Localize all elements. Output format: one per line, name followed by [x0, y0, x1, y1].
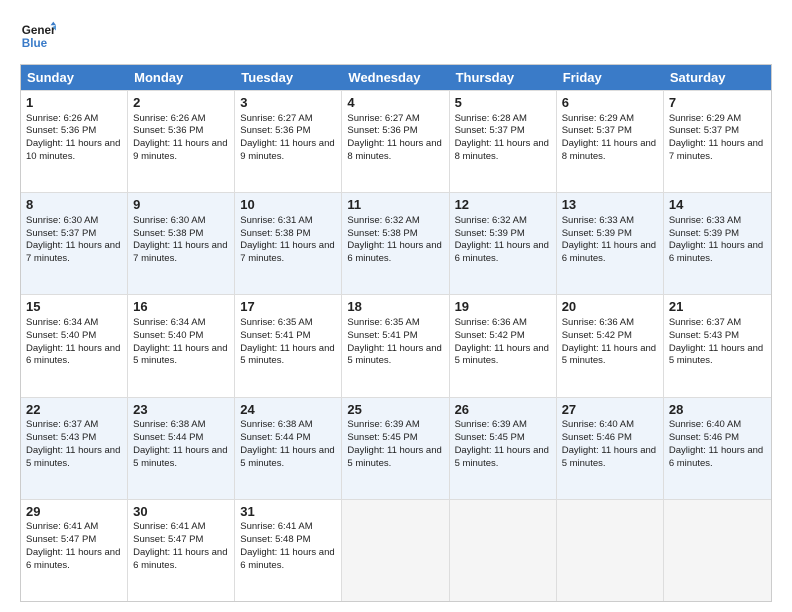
calendar-row-5: 29Sunrise: 6:41 AMSunset: 5:47 PMDayligh… [21, 499, 771, 601]
calendar-cell-6: 6Sunrise: 6:29 AMSunset: 5:37 PMDaylight… [557, 91, 664, 192]
calendar-row-1: 1Sunrise: 6:26 AMSunset: 5:36 PMDaylight… [21, 90, 771, 192]
day-number: 6 [562, 94, 658, 112]
day-number: 12 [455, 196, 551, 214]
day-number: 24 [240, 401, 336, 419]
calendar-cell-24: 24Sunrise: 6:38 AMSunset: 5:44 PMDayligh… [235, 398, 342, 499]
calendar-header-monday: Monday [128, 65, 235, 90]
day-number: 10 [240, 196, 336, 214]
calendar-cell-19: 19Sunrise: 6:36 AMSunset: 5:42 PMDayligh… [450, 295, 557, 396]
calendar-header-saturday: Saturday [664, 65, 771, 90]
calendar-row-3: 15Sunrise: 6:34 AMSunset: 5:40 PMDayligh… [21, 294, 771, 396]
day-number: 29 [26, 503, 122, 521]
calendar-cell-12: 12Sunrise: 6:32 AMSunset: 5:39 PMDayligh… [450, 193, 557, 294]
calendar-cell-empty [450, 500, 557, 601]
calendar: SundayMondayTuesdayWednesdayThursdayFrid… [20, 64, 772, 602]
calendar-cell-11: 11Sunrise: 6:32 AMSunset: 5:38 PMDayligh… [342, 193, 449, 294]
svg-text:Blue: Blue [22, 37, 48, 50]
day-number: 30 [133, 503, 229, 521]
day-number: 21 [669, 298, 766, 316]
day-number: 31 [240, 503, 336, 521]
calendar-cell-2: 2Sunrise: 6:26 AMSunset: 5:36 PMDaylight… [128, 91, 235, 192]
calendar-cell-26: 26Sunrise: 6:39 AMSunset: 5:45 PMDayligh… [450, 398, 557, 499]
calendar-cell-20: 20Sunrise: 6:36 AMSunset: 5:42 PMDayligh… [557, 295, 664, 396]
day-number: 23 [133, 401, 229, 419]
day-number: 1 [26, 94, 122, 112]
calendar-cell-8: 8Sunrise: 6:30 AMSunset: 5:37 PMDaylight… [21, 193, 128, 294]
calendar-cell-16: 16Sunrise: 6:34 AMSunset: 5:40 PMDayligh… [128, 295, 235, 396]
day-number: 15 [26, 298, 122, 316]
svg-text:General: General [22, 24, 56, 37]
day-number: 22 [26, 401, 122, 419]
calendar-cell-empty [557, 500, 664, 601]
calendar-cell-27: 27Sunrise: 6:40 AMSunset: 5:46 PMDayligh… [557, 398, 664, 499]
calendar-cell-17: 17Sunrise: 6:35 AMSunset: 5:41 PMDayligh… [235, 295, 342, 396]
calendar-cell-1: 1Sunrise: 6:26 AMSunset: 5:36 PMDaylight… [21, 91, 128, 192]
calendar-cell-3: 3Sunrise: 6:27 AMSunset: 5:36 PMDaylight… [235, 91, 342, 192]
day-number: 14 [669, 196, 766, 214]
calendar-cell-13: 13Sunrise: 6:33 AMSunset: 5:39 PMDayligh… [557, 193, 664, 294]
day-number: 5 [455, 94, 551, 112]
day-number: 28 [669, 401, 766, 419]
calendar-cell-30: 30Sunrise: 6:41 AMSunset: 5:47 PMDayligh… [128, 500, 235, 601]
calendar-row-4: 22Sunrise: 6:37 AMSunset: 5:43 PMDayligh… [21, 397, 771, 499]
day-number: 13 [562, 196, 658, 214]
day-number: 25 [347, 401, 443, 419]
calendar-cell-9: 9Sunrise: 6:30 AMSunset: 5:38 PMDaylight… [128, 193, 235, 294]
day-number: 9 [133, 196, 229, 214]
day-number: 8 [26, 196, 122, 214]
calendar-cell-22: 22Sunrise: 6:37 AMSunset: 5:43 PMDayligh… [21, 398, 128, 499]
calendar-cell-29: 29Sunrise: 6:41 AMSunset: 5:47 PMDayligh… [21, 500, 128, 601]
calendar-header-friday: Friday [557, 65, 664, 90]
calendar-header: SundayMondayTuesdayWednesdayThursdayFrid… [21, 65, 771, 90]
calendar-cell-7: 7Sunrise: 6:29 AMSunset: 5:37 PMDaylight… [664, 91, 771, 192]
calendar-header-sunday: Sunday [21, 65, 128, 90]
calendar-row-2: 8Sunrise: 6:30 AMSunset: 5:37 PMDaylight… [21, 192, 771, 294]
calendar-cell-empty [342, 500, 449, 601]
calendar-cell-25: 25Sunrise: 6:39 AMSunset: 5:45 PMDayligh… [342, 398, 449, 499]
day-number: 4 [347, 94, 443, 112]
calendar-header-wednesday: Wednesday [342, 65, 449, 90]
calendar-cell-14: 14Sunrise: 6:33 AMSunset: 5:39 PMDayligh… [664, 193, 771, 294]
day-number: 16 [133, 298, 229, 316]
day-number: 19 [455, 298, 551, 316]
header: General Blue [20, 18, 772, 54]
calendar-cell-empty [664, 500, 771, 601]
day-number: 26 [455, 401, 551, 419]
calendar-cell-28: 28Sunrise: 6:40 AMSunset: 5:46 PMDayligh… [664, 398, 771, 499]
page: General Blue SundayMondayTuesdayWednesda… [0, 0, 792, 612]
calendar-cell-4: 4Sunrise: 6:27 AMSunset: 5:36 PMDaylight… [342, 91, 449, 192]
calendar-header-tuesday: Tuesday [235, 65, 342, 90]
calendar-cell-10: 10Sunrise: 6:31 AMSunset: 5:38 PMDayligh… [235, 193, 342, 294]
day-number: 11 [347, 196, 443, 214]
calendar-cell-31: 31Sunrise: 6:41 AMSunset: 5:48 PMDayligh… [235, 500, 342, 601]
day-number: 20 [562, 298, 658, 316]
calendar-header-thursday: Thursday [450, 65, 557, 90]
logo: General Blue [20, 18, 56, 54]
calendar-cell-15: 15Sunrise: 6:34 AMSunset: 5:40 PMDayligh… [21, 295, 128, 396]
calendar-cell-18: 18Sunrise: 6:35 AMSunset: 5:41 PMDayligh… [342, 295, 449, 396]
calendar-cell-23: 23Sunrise: 6:38 AMSunset: 5:44 PMDayligh… [128, 398, 235, 499]
day-number: 18 [347, 298, 443, 316]
day-number: 7 [669, 94, 766, 112]
day-number: 2 [133, 94, 229, 112]
calendar-cell-5: 5Sunrise: 6:28 AMSunset: 5:37 PMDaylight… [450, 91, 557, 192]
calendar-cell-21: 21Sunrise: 6:37 AMSunset: 5:43 PMDayligh… [664, 295, 771, 396]
logo-icon: General Blue [20, 18, 56, 54]
day-number: 27 [562, 401, 658, 419]
day-number: 3 [240, 94, 336, 112]
calendar-body: 1Sunrise: 6:26 AMSunset: 5:36 PMDaylight… [21, 90, 771, 601]
day-number: 17 [240, 298, 336, 316]
